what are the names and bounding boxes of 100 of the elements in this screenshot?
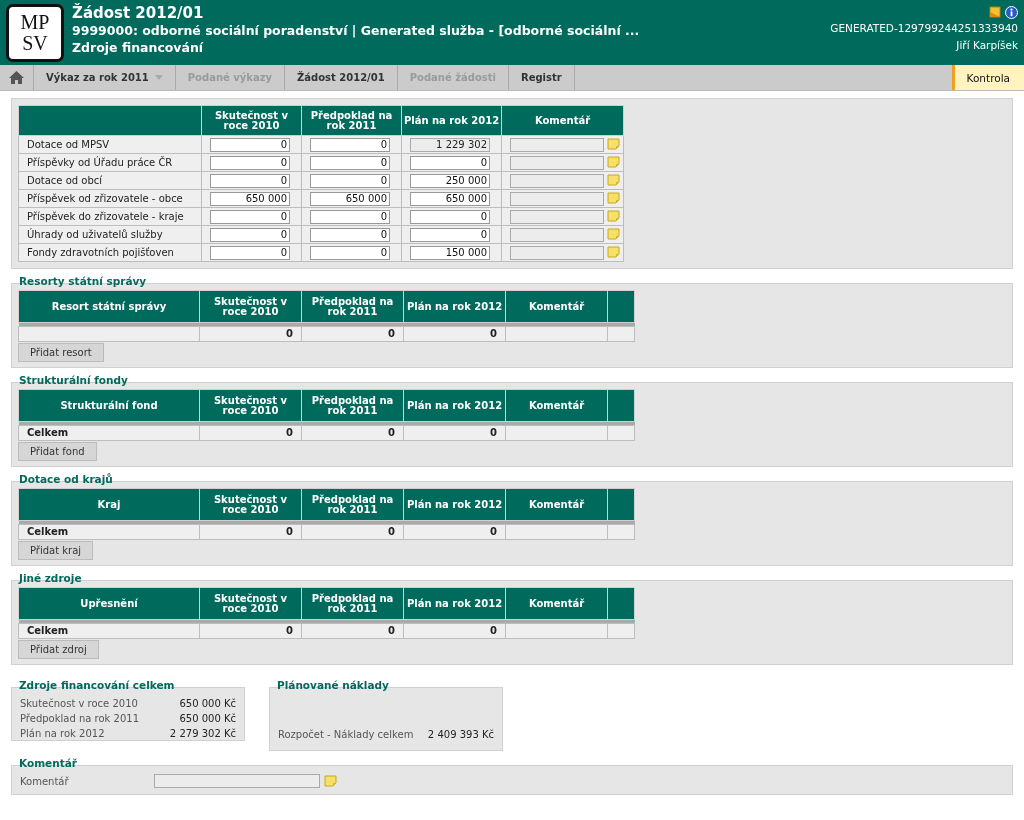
amount-field[interactable]: 650 000 [210,191,290,206]
column-header: Předpoklad na rok 2011 [301,389,404,422]
amount-field[interactable]: 0 [310,209,390,224]
total-label: Skutečnost v roce 2010 [20,697,138,711]
total-value: 650 000 Kč [179,712,236,726]
column-header: Kraj [18,488,200,521]
add-button[interactable]: Přidat fond [18,442,97,461]
amount-field[interactable]: 0 [410,227,490,242]
flag-icon[interactable] [989,6,1001,18]
amount-field[interactable]: 0 [210,245,290,260]
add-button[interactable]: Přidat zdroj [18,640,99,659]
total-cell: 0 [301,326,404,342]
add-button[interactable]: Přidat resort [18,343,104,362]
home-icon [8,70,25,85]
column-header: Strukturální fond [18,389,200,422]
comment-label: Komentář [20,775,70,787]
amount-field[interactable]: 0 [210,227,290,242]
amount-field[interactable]: 0 [210,137,290,152]
amount-field[interactable]: 0 [410,209,490,224]
total-cell: 0 [403,623,506,639]
total-value: 2 279 302 Kč [169,727,236,741]
column-header: Předpoklad na rok 2011 [301,587,404,620]
column-header: Plán na rok 2012 [403,488,506,521]
amount-field[interactable]: 150 000 [410,245,490,260]
table-cell [607,623,635,639]
total-label-cell: Celkem [18,425,200,441]
section-title: Zdroje financování [72,39,205,56]
column-header: Předpoklad na rok 2011 [301,488,404,521]
table-cell [607,425,635,441]
amount-field[interactable]: 0 [310,245,390,260]
note-icon[interactable] [607,210,621,223]
column-header: Skutečnost v roce 2010 [199,290,302,323]
cost-value: 2 409 393 Kč [427,728,494,742]
total-cell: 0 [199,524,302,540]
column-header: Plán na rok 2012 [403,290,506,323]
amount-field[interactable]: 0 [310,227,390,242]
logo: MP SV [6,4,64,62]
note-icon[interactable] [324,774,338,788]
section-heading: Zdroje financování celkem [18,679,176,691]
service-title: 9999000: odborné sociální poradenství | Generated služba - [odborné sociální ... [72,22,640,39]
total-label: Plán na rok 2012 [20,727,105,741]
column-header: Komentář [505,587,608,620]
column-header: Resort státní správy [18,290,200,323]
amount-field[interactable]: 0 [310,155,390,170]
nav-tab[interactable]: Žádost 2012/01 [285,65,398,90]
total-cell: 0 [301,623,404,639]
info-icon[interactable] [1005,5,1018,19]
page-title: Žádost 2012/01 [72,4,205,22]
total-cell: 0 [301,425,404,441]
section-heading: Plánované náklady [276,679,390,691]
section-heading: Resorty státní správy [18,275,148,287]
nav-tab[interactable]: Registr [508,65,575,90]
note-icon[interactable] [607,246,621,259]
column-header [607,488,635,521]
table-cell [607,326,635,342]
column-header: Komentář [505,488,608,521]
add-button[interactable]: Přidat kraj [18,541,94,560]
total-cell: 0 [199,326,302,342]
column-header: Komentář [505,290,608,323]
table-cell [607,524,635,540]
section-heading: Strukturální fondy [18,374,129,386]
column-header: Komentář [505,389,608,422]
amount-field[interactable]: 650 000 [410,191,490,206]
user-name: Jiří Karpíšek [956,38,1018,53]
column-header [607,587,635,620]
amount-field[interactable]: 0 [210,155,290,170]
amount-field[interactable]: 250 000 [410,173,490,188]
column-header: Plán na rok 2012 [403,587,506,620]
total-cell: 0 [403,425,506,441]
note-icon[interactable] [607,138,621,151]
total-cell: 0 [199,425,302,441]
column-header: Upřesnění [18,587,200,620]
column-header: Skutečnost v roce 2010 [199,488,302,521]
note-icon[interactable] [607,192,621,205]
total-cell: 0 [403,326,506,342]
note-icon[interactable] [607,174,621,187]
note-icon[interactable] [607,156,621,169]
section-heading: Komentář [18,757,78,769]
section-heading: Dotace od krajů [18,473,114,485]
column-header: Komentář [501,105,624,136]
nav-tab[interactable]: Výkaz za rok 2011 [34,65,176,90]
amount-field[interactable]: 650 000 [310,191,390,206]
column-header [607,389,635,422]
total-value: 650 000 Kč [179,697,236,711]
total-cell: 0 [199,623,302,639]
check-button[interactable]: Kontrola [951,65,1024,90]
total-label-cell: Celkem [18,623,200,639]
column-header: Skutečnost v roce 2010 [201,105,302,136]
column-header: Plán na rok 2012 [403,389,506,422]
amount-field[interactable]: 0 [310,173,390,188]
note-icon[interactable] [607,228,621,241]
amount-field[interactable]: 0 [210,209,290,224]
amount-field[interactable]: 0 [410,155,490,170]
amount-field[interactable]: 0 [310,137,390,152]
amount-field[interactable]: 0 [210,173,290,188]
column-header: Předpoklad na rok 2011 [301,105,402,136]
column-header [607,290,635,323]
column-header: Skutečnost v roce 2010 [199,389,302,422]
section-heading: Jiné zdroje [17,572,83,584]
cost-label: Rozpočet - Náklady celkem [278,728,414,742]
